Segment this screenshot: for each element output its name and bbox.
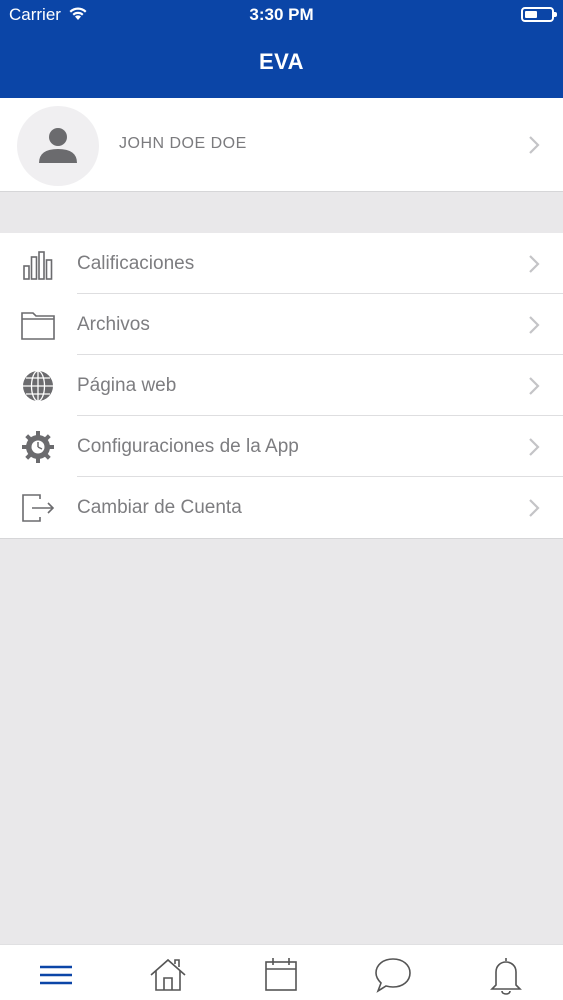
status-time: 3:30 PM	[249, 5, 314, 24]
menu-item-cambiar-cuenta[interactable]: Cambiar de Cuenta	[0, 477, 563, 538]
folder-icon	[21, 312, 55, 340]
chevron-right-icon	[529, 136, 540, 154]
menu-item-label: Calificaciones	[77, 253, 195, 274]
status-bar: Carrier 3:30 PM	[0, 0, 563, 30]
tab-bar	[0, 944, 563, 1000]
menu-item-label: Cambiar de Cuenta	[77, 497, 242, 518]
calendar-icon[interactable]	[261, 955, 301, 995]
globe-icon	[23, 370, 53, 402]
profile-name: JOHN DOE DOE	[119, 135, 247, 152]
chevron-right-icon	[529, 316, 540, 334]
page-title: EVA	[258, 49, 305, 74]
bell-icon[interactable]	[486, 955, 526, 995]
chevron-right-icon	[529, 499, 540, 517]
bar-chart-icon	[23, 251, 53, 280]
menu-item-label: Página web	[77, 375, 177, 396]
avatar	[17, 106, 99, 186]
menu-item-pagina-web[interactable]: Página web	[0, 355, 563, 416]
chat-icon[interactable]	[373, 955, 413, 995]
chevron-right-icon	[529, 255, 540, 273]
navigation-header: Carrier 3:30 PM EVA	[0, 0, 563, 98]
settings-menu: Calificaciones Archivos Página web Confi…	[0, 233, 563, 539]
menu-item-label: Archivos	[77, 314, 150, 335]
chevron-right-icon	[529, 377, 540, 395]
battery-icon	[521, 7, 557, 22]
menu-item-archivos[interactable]: Archivos	[0, 294, 563, 355]
menu-item-configuraciones[interactable]: Configuraciones de la App	[0, 416, 563, 477]
logout-icon	[22, 494, 55, 522]
home-icon[interactable]	[148, 955, 188, 995]
menu-item-label: Configuraciones de la App	[77, 436, 299, 457]
chevron-right-icon	[529, 438, 540, 456]
menu-item-calificaciones[interactable]: Calificaciones	[0, 233, 563, 294]
person-icon	[39, 128, 77, 163]
gear-icon	[22, 431, 54, 463]
profile-row[interactable]: JOHN DOE DOE	[0, 98, 563, 192]
menu-icon[interactable]	[36, 955, 76, 995]
